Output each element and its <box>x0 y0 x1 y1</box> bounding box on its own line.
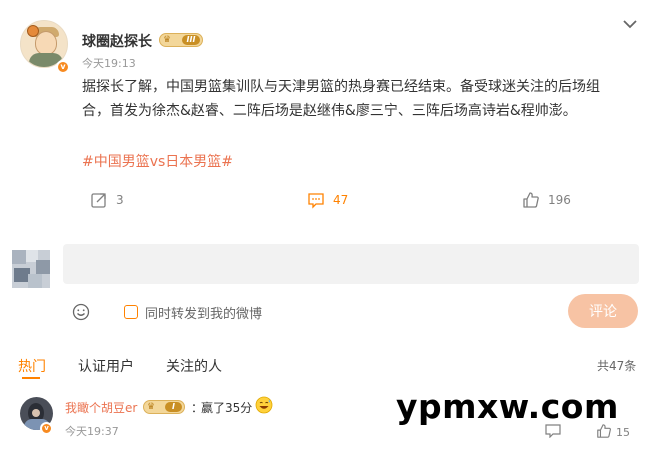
tab-verified-users[interactable]: 认证用户 <box>78 356 134 376</box>
commenter-name[interactable]: 我瞰个胡豆er <box>65 399 137 416</box>
comment-count: 47 <box>333 193 349 207</box>
author-name[interactable]: 球圈赵探长 <box>82 31 152 51</box>
crown-icon: ♛ <box>147 402 156 412</box>
submit-comment-button[interactable]: 评论 <box>568 294 638 328</box>
current-user-avatar <box>12 250 50 288</box>
level-label: I <box>165 402 182 412</box>
comment-text: 赢了35分 <box>201 401 253 415</box>
share-icon <box>91 193 106 208</box>
level-label: III <box>182 35 200 45</box>
like-button[interactable]: 196 <box>522 190 571 210</box>
comment-icon <box>308 193 324 209</box>
active-tab-indicator <box>22 377 40 379</box>
chevron-down-icon[interactable] <box>620 14 640 34</box>
comment-input[interactable] <box>63 244 639 284</box>
site-watermark: ypmxw.com <box>396 387 619 426</box>
reply-icon[interactable] <box>545 424 561 438</box>
comment-total: 共47条 <box>597 359 637 373</box>
verified-badge-icon: v <box>40 422 53 435</box>
comment-button[interactable]: 47 <box>307 190 348 210</box>
commenter-level-badge: ♛ I <box>143 400 185 414</box>
post-timestamp[interactable]: 今天19:13 <box>82 55 136 71</box>
smiley-icon[interactable] <box>72 303 90 321</box>
crown-icon: ♛ <box>163 35 172 45</box>
repost-checkbox[interactable] <box>124 305 138 319</box>
tab-hot[interactable]: 热门 <box>18 356 46 376</box>
tab-following[interactable]: 关注的人 <box>166 356 222 376</box>
comment-like-count: 15 <box>616 426 630 439</box>
avatar-face <box>35 31 57 55</box>
user-level-badge: ♛ III <box>159 33 203 47</box>
verified-badge-icon: v <box>56 60 70 74</box>
thumbs-up-icon <box>523 192 539 208</box>
grinning-sweat-emoji <box>255 396 273 414</box>
comment-timestamp: 今天19:37 <box>65 425 119 438</box>
basketball-icon <box>27 25 39 37</box>
share-count: 3 <box>116 193 124 207</box>
hashtag-link[interactable]: #中国男篮vs日本男篮# <box>82 151 233 171</box>
post-body: 据探长了解，中国男篮集训队与天津男篮的热身赛已经结束。备受球迷关注的后场组合，首… <box>82 79 600 119</box>
like-count: 196 <box>548 193 571 207</box>
share-button[interactable]: 3 <box>90 190 124 210</box>
repost-checkbox-label[interactable]: 同时转发到我的微博 <box>145 303 262 322</box>
